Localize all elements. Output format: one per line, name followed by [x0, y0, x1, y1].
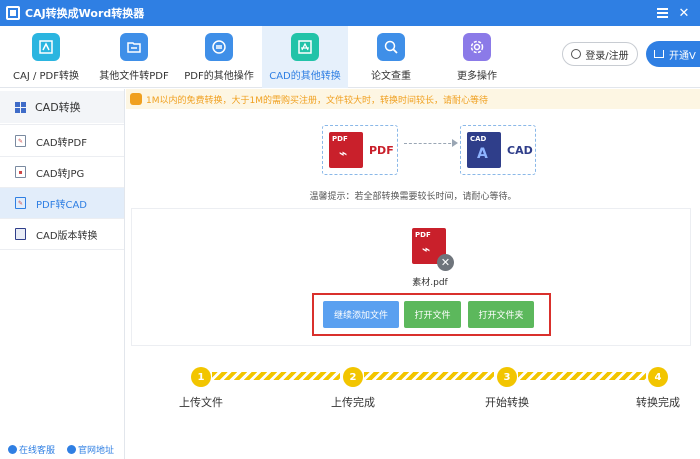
vip-label: 开通V	[669, 50, 696, 62]
conversion-arrow	[404, 143, 456, 144]
cart-icon	[654, 50, 664, 58]
target-format-box: CAD A CAD	[460, 125, 536, 175]
step-1-label: 上传文件	[179, 396, 223, 409]
sidebar-item-pdf-to-cad[interactable]: ✎ PDF转CAD	[0, 188, 124, 218]
sidebar-item-label: PDF转CAD	[36, 199, 88, 211]
step-4-label: 转换完成	[636, 396, 680, 409]
close-icon[interactable]: ✕	[674, 0, 694, 26]
divider	[0, 124, 124, 125]
tool-label: 其他文件转PDF	[99, 71, 169, 82]
title-bar: CAJ转换成Word转换器 ✕	[0, 0, 700, 26]
login-register-button[interactable]: 登录/注册	[562, 42, 638, 66]
cad-convert-icon	[291, 33, 319, 61]
login-label: 登录/注册	[585, 50, 629, 62]
tool-file-to-pdf[interactable]: 其他文件转PDF	[92, 26, 176, 88]
cad-version-icon	[15, 228, 26, 240]
step-3-label: 开始转换	[485, 396, 529, 409]
headset-icon	[8, 444, 17, 454]
app-title: CAJ转换成Word转换器	[25, 7, 145, 20]
file-format-tag: PDF	[415, 231, 431, 239]
open-file-button[interactable]: 打开文件	[404, 301, 461, 328]
target-format-tag: CAD	[470, 135, 487, 143]
online-service-link[interactable]: 在线客服	[8, 443, 55, 456]
source-format-tag: PDF	[332, 135, 348, 143]
sidebar-header-cad-convert: CAD转换	[0, 91, 124, 123]
user-icon	[571, 49, 582, 59]
sidebar-item-label: CAD转PDF	[36, 137, 88, 149]
sidebar: CAD转换 ✎ CAD转PDF ▪ CAD转JPG ✎ PDF转CAD CAD版…	[0, 89, 125, 459]
open-vip-button[interactable]: 开通V	[646, 41, 700, 67]
conversion-tip: 温馨提示：若全部转换需要较长时间，请耐心等待。	[309, 192, 517, 202]
sidebar-item-cad-version[interactable]: CAD版本转换	[0, 219, 124, 249]
step-1-marker: 1	[191, 367, 211, 387]
globe-icon	[67, 444, 77, 454]
tool-more-operations[interactable]: 更多操作	[434, 26, 520, 88]
step-progress-stripe	[364, 372, 494, 380]
step-progress-stripe	[518, 372, 646, 380]
paper-check-icon	[377, 33, 405, 61]
pdf-operations-icon	[205, 33, 233, 61]
sidebar-item-cad-to-jpg[interactable]: ▪ CAD转JPG	[0, 157, 124, 187]
cad-to-pdf-icon: ✎	[15, 135, 26, 147]
target-format-label: CAD	[507, 143, 533, 157]
caj-pdf-convert-icon	[32, 33, 60, 61]
tool-label: 更多操作	[457, 71, 497, 82]
menu-icon[interactable]	[652, 0, 672, 26]
tool-pdf-operations[interactable]: PDF的其他操作	[176, 26, 262, 88]
remove-file-button[interactable]: ✕	[437, 254, 454, 271]
cad-file-icon: CAD A	[467, 132, 501, 168]
file-to-pdf-icon	[120, 33, 148, 61]
add-more-files-button[interactable]: 继续添加文件	[323, 301, 399, 328]
pdf-to-cad-icon: ✎	[15, 197, 26, 209]
step-progress-stripe	[212, 372, 340, 380]
settings-gear-icon	[463, 33, 491, 61]
sidebar-item-label: CAD转JPG	[36, 168, 85, 180]
sidebar-item-label: CAD版本转换	[36, 230, 98, 242]
online-service-label: 在线客服	[19, 445, 56, 456]
source-format-label: PDF	[369, 143, 394, 157]
cad-to-jpg-icon: ▪	[15, 166, 26, 178]
tool-label: PDF的其他操作	[184, 71, 254, 82]
tool-caj-pdf-convert[interactable]: CAJ / PDF转换	[0, 26, 92, 88]
file-name: 素材.pdf	[412, 278, 448, 288]
notice-icon	[130, 93, 142, 105]
website-label: 官网地址	[78, 445, 115, 456]
sidebar-footer: 在线客服 官网地址	[0, 441, 125, 457]
pdf-file-icon: PDF ⌁	[329, 132, 363, 168]
source-format-box: PDF ⌁ PDF	[322, 125, 398, 175]
arrow-right-icon	[452, 139, 458, 147]
step-3-marker: 3	[497, 367, 517, 387]
sidebar-header-label: CAD转换	[35, 101, 81, 114]
tool-paper-check[interactable]: 论文查重	[348, 26, 434, 88]
sidebar-item-cad-to-pdf[interactable]: ✎ CAD转PDF	[0, 126, 124, 156]
tool-label: 论文查重	[371, 71, 411, 82]
divider	[0, 249, 124, 250]
step-4-marker: 4	[648, 367, 668, 387]
tool-label: CAJ / PDF转换	[13, 71, 79, 82]
open-folder-button[interactable]: 打开文件夹	[468, 301, 534, 328]
tool-label: CAD的其他转换	[269, 71, 341, 82]
main-toolbar: CAJ / PDF转换 其他文件转PDF PDF的其他操作 CAD的其他转换 论…	[0, 26, 700, 88]
grid-icon	[15, 101, 26, 113]
website-link[interactable]: 官网地址	[67, 443, 114, 456]
step-2-marker: 2	[343, 367, 363, 387]
notice-text: 1M以内的免费转换，大于1M的需购买注册，文件较大时，转换时间较长，请耐心等待	[146, 95, 488, 106]
app-logo-icon	[6, 6, 20, 20]
step-2-label: 上传完成	[331, 396, 375, 409]
tool-cad-convert[interactable]: CAD的其他转换	[262, 26, 348, 88]
notice-bar: 1M以内的免费转换，大于1M的需购买注册，文件较大时，转换时间较长，请耐心等待	[126, 89, 700, 109]
